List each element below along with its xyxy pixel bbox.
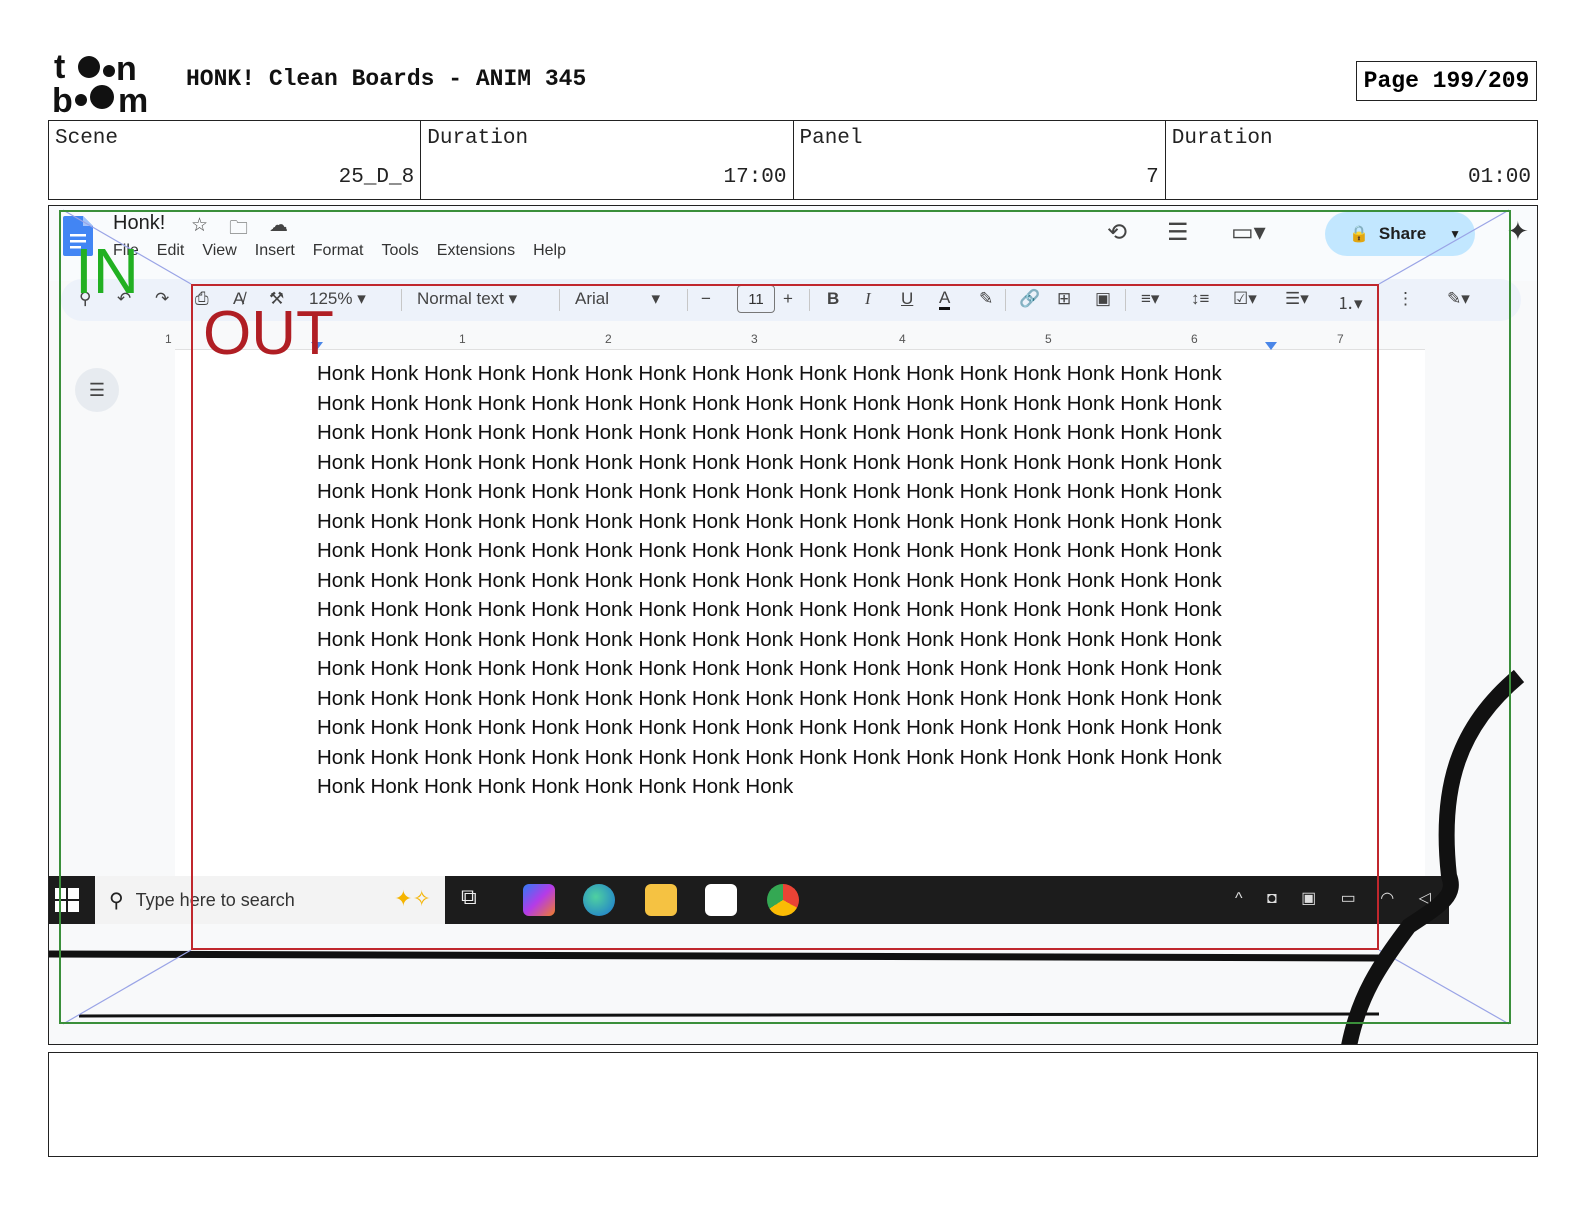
decrease-font-size-icon[interactable]: − — [701, 289, 711, 309]
line-spacing-icon[interactable]: ↕≡ — [1191, 289, 1209, 309]
page-number: Page 199/209 — [1356, 61, 1537, 101]
svg-text:m: m — [118, 82, 148, 114]
search-placeholder: Type here to search — [135, 889, 295, 910]
scene-duration-label: Duration — [427, 127, 529, 150]
panel-duration-value: 01:00 — [1467, 166, 1531, 189]
toolbar-divider — [687, 289, 688, 311]
ruler-number: 1 — [459, 332, 466, 346]
cloud-status-icon[interactable]: ☁ — [269, 214, 288, 237]
meet-camera-icon[interactable]: ▭▾ — [1231, 218, 1266, 247]
docs-top-bar: Honk! ☆ 🗀 ☁ File Edit View Insert Format… — [49, 206, 1537, 281]
scene-label: Scene — [55, 127, 119, 150]
gemini-sparkle-icon[interactable]: ✦ — [1507, 216, 1529, 247]
bold-icon[interactable]: B — [827, 289, 839, 309]
font-size-input[interactable]: 11 — [737, 285, 775, 313]
panel-duration-label: Duration — [1171, 127, 1273, 150]
toolbar-divider — [559, 289, 560, 311]
toolbar-divider — [1125, 289, 1126, 311]
search-icon: ⚲ — [109, 889, 124, 912]
scene-value: 25_D_8 — [338, 166, 415, 189]
bulleted-list-icon[interactable]: ☰▾ — [1285, 289, 1309, 309]
editing-mode-icon[interactable]: ✎▾ — [1447, 289, 1470, 309]
font-family-select[interactable]: Arial ▾ — [575, 289, 660, 309]
ruler-number: 6 — [1191, 332, 1198, 346]
scene-duration-cell: Duration 17:00 — [421, 121, 794, 199]
toolbar-divider — [401, 289, 402, 311]
menu-insert[interactable]: Insert — [255, 242, 295, 260]
windows-taskbar: ⚲ Type here to search ✦✧ ⧉ ^ ◘ ▣ ▭ ◠ ◁× — [49, 876, 1450, 924]
menu-format[interactable]: Format — [313, 242, 364, 260]
add-comment-icon[interactable]: ⊞ — [1057, 289, 1071, 309]
ruler-number: 1 — [165, 332, 172, 346]
menu-help[interactable]: Help — [533, 242, 566, 260]
system-tray-icons[interactable]: ^ ◘ ▣ ▭ ◠ ◁× — [1235, 888, 1460, 908]
insert-image-icon[interactable]: ▣ — [1095, 289, 1111, 309]
comments-icon[interactable]: ☰ — [1167, 218, 1189, 247]
scene-info-table: Scene 25_D_8 Duration 17:00 Panel 7 Dura… — [48, 120, 1538, 200]
ruler-number: 3 — [751, 332, 758, 346]
panel-label: Panel — [799, 127, 863, 150]
menu-extensions[interactable]: Extensions — [437, 242, 515, 260]
share-dropdown-icon[interactable]: ▼ — [1449, 227, 1461, 241]
ruler-number: 5 — [1045, 332, 1052, 346]
menu-bar: File Edit View Insert Format Tools Exten… — [113, 242, 584, 260]
share-button[interactable]: 🔒 Share ▼ — [1325, 212, 1475, 256]
menu-tools[interactable]: Tools — [381, 242, 418, 260]
text-color-icon[interactable]: A — [939, 289, 951, 310]
redo-icon[interactable]: ↷ — [155, 289, 169, 309]
storyboard-panel: Honk! ☆ 🗀 ☁ File Edit View Insert Format… — [48, 205, 1538, 1045]
file-explorer-icon[interactable] — [645, 884, 677, 916]
board-title: HONK! Clean Boards - ANIM 345 — [186, 66, 587, 92]
menu-edit[interactable]: Edit — [157, 242, 185, 260]
menu-view[interactable]: View — [202, 242, 236, 260]
chrome-browser-icon[interactable] — [767, 884, 799, 916]
star-icon[interactable]: ☆ — [191, 214, 208, 237]
underline-icon[interactable]: U — [901, 289, 913, 309]
highlight-icon[interactable]: ✎ — [979, 289, 993, 309]
scene-cell: Scene 25_D_8 — [49, 121, 422, 199]
panel-duration-cell: Duration 01:00 — [1166, 121, 1537, 199]
checklist-icon[interactable]: ☑▾ — [1233, 289, 1257, 309]
copilot-icon[interactable] — [523, 884, 555, 916]
taskbar-search-box[interactable]: ⚲ Type here to search ✦✧ — [95, 876, 445, 924]
toolbar-divider — [809, 289, 810, 311]
numbered-list-icon[interactable]: ⒈▾ — [1337, 289, 1363, 314]
document-body-text[interactable]: Honk Honk Honk Honk Honk Honk Honk Honk … — [317, 359, 1257, 802]
panel-cell: Panel 7 — [794, 121, 1166, 199]
font-family-value: Arial — [575, 289, 610, 308]
align-icon[interactable]: ≡▾ — [1141, 289, 1159, 309]
ruler-number: 4 — [899, 332, 906, 346]
panel-value: 7 — [1146, 166, 1159, 189]
ruler-number: 7 — [1337, 332, 1344, 346]
out-frame-label: OUT — [203, 299, 334, 368]
italic-icon[interactable]: I — [865, 289, 871, 309]
document-title[interactable]: Honk! — [113, 212, 165, 235]
toon-boom-logo: t n b m — [52, 50, 148, 114]
scene-duration-value: 17:00 — [723, 166, 787, 189]
search-highlight-sparkle-icon: ✦✧ — [394, 886, 431, 911]
paragraph-style-select[interactable]: Normal text ▾ — [417, 289, 517, 309]
toolbar-divider — [1005, 289, 1006, 311]
lock-icon: 🔒 — [1349, 226, 1369, 243]
more-options-icon[interactable]: ⋮ — [1397, 289, 1414, 309]
in-frame-label: IN — [75, 235, 139, 307]
windows-start-icon[interactable] — [55, 888, 79, 912]
increase-font-size-icon[interactable]: + — [783, 289, 793, 309]
insert-link-icon[interactable]: 🔗 — [1019, 289, 1040, 309]
document-outline-icon[interactable]: ☰ — [75, 368, 119, 412]
microsoft-store-icon[interactable] — [705, 884, 737, 916]
paragraph-style-value: Normal text — [417, 289, 504, 308]
version-history-icon[interactable]: ⟲ — [1107, 218, 1127, 247]
task-view-icon[interactable]: ⧉ — [461, 884, 493, 916]
svg-text:b: b — [52, 82, 73, 114]
share-label: Share — [1378, 224, 1427, 243]
svg-text:t: t — [54, 50, 65, 86]
ruler-number: 2 — [605, 332, 612, 346]
edge-browser-icon[interactable] — [583, 884, 615, 916]
panel-notes-box — [48, 1052, 1538, 1157]
